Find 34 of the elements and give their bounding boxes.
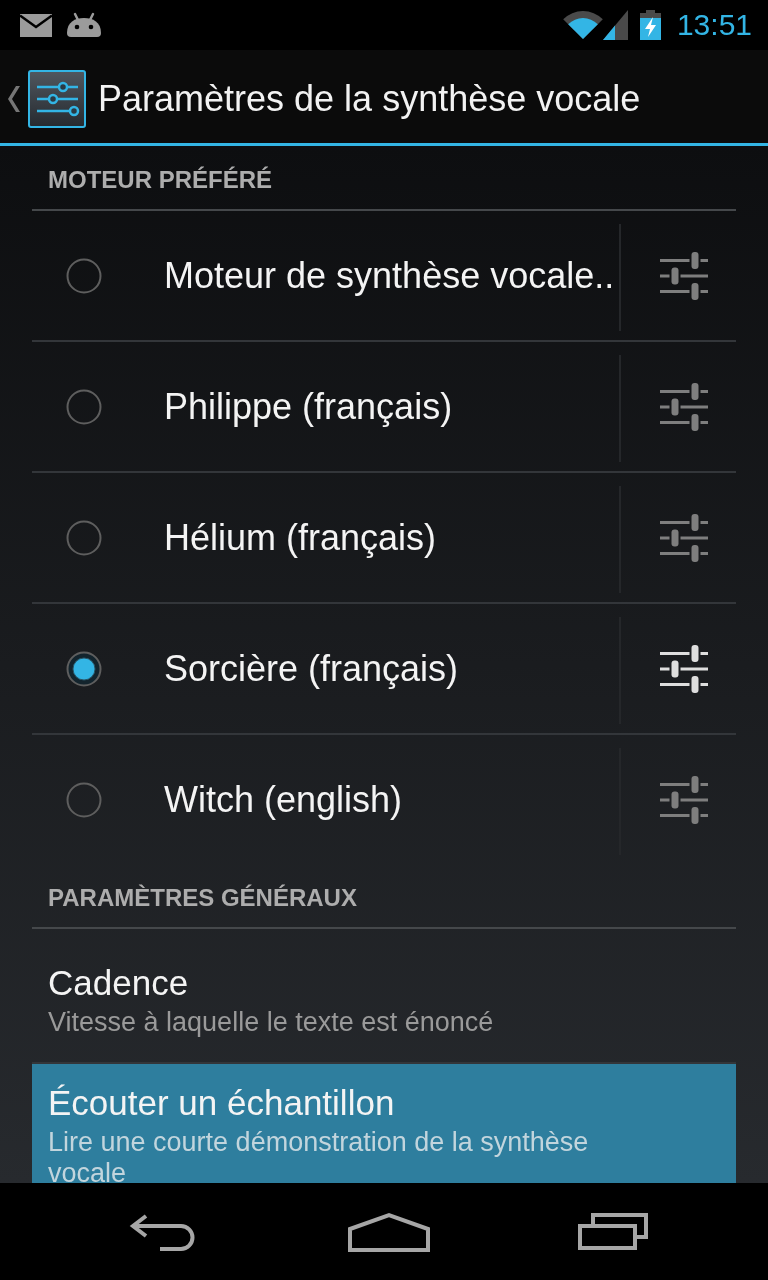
radio-button[interactable] xyxy=(66,519,102,556)
sliders-icon[interactable] xyxy=(660,251,708,300)
radio-button[interactable] xyxy=(66,257,102,294)
robot-icon xyxy=(66,12,102,38)
back-icon[interactable] xyxy=(128,1212,196,1251)
radio-button[interactable] xyxy=(66,650,102,687)
sliders-icon[interactable] xyxy=(660,382,708,431)
section-header: MOTEUR PRÉFÉRÉ xyxy=(48,166,272,193)
preference-title: Cadence xyxy=(48,963,189,1003)
radio-button[interactable] xyxy=(66,388,102,425)
wifi-icon xyxy=(562,10,603,40)
battery-charging-icon xyxy=(639,10,661,40)
preference-summary: Vitesse à laquelle le texte est énoncé xyxy=(48,1007,494,1038)
engine-name: Sorcière (français) xyxy=(164,647,459,689)
sliders-icon[interactable] xyxy=(660,513,708,562)
engine-name: Witch (english) xyxy=(164,778,403,820)
chevron-left-icon[interactable] xyxy=(8,85,20,112)
recents-icon[interactable] xyxy=(578,1213,648,1250)
preference-title: Écouter un échantillon xyxy=(48,1082,395,1123)
engine-name: Moteur de synthèse vocale.. xyxy=(164,254,615,296)
engine-name: Philippe (français) xyxy=(164,385,453,427)
home-icon[interactable] xyxy=(348,1211,430,1252)
signal-icon xyxy=(602,10,628,40)
sliders-icon[interactable] xyxy=(660,644,708,693)
mail-icon xyxy=(20,13,52,37)
highlighted-list-item[interactable]: Écouter un échantillon Lire une courte démonstration de la synthèse vocale xyxy=(32,1064,736,1183)
radio-button[interactable] xyxy=(66,781,102,818)
sliders-icon[interactable] xyxy=(660,775,708,824)
status-time: 13:51 xyxy=(676,7,752,43)
engine-name: Hélium (français) xyxy=(164,516,437,558)
preference-summary: Lire une courte démonstration de la synthèse vocale xyxy=(48,1126,590,1183)
section-header: PARAMÈTRES GÉNÉRAUX xyxy=(48,884,357,911)
screen-title: Paramètres de la synthèse vocale xyxy=(98,76,641,121)
sliders-icon[interactable] xyxy=(28,69,86,128)
